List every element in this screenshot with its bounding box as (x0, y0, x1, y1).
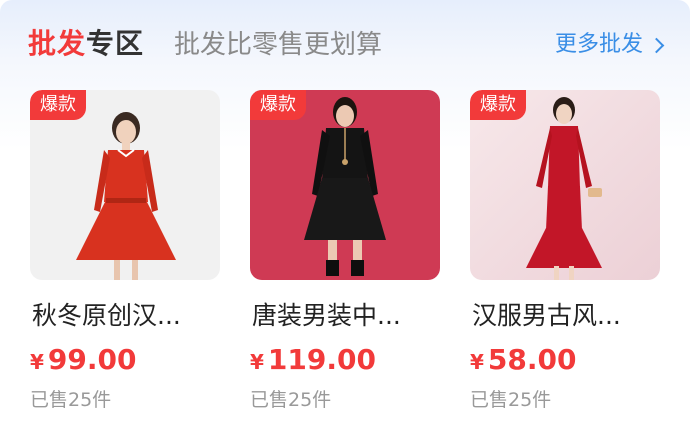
hot-badge: 爆款 (250, 90, 306, 120)
more-wholesale-link[interactable]: 更多批发 (554, 30, 665, 60)
section-header: 批发专区 批发比零售更划算 更多批发 (0, 0, 690, 90)
wholesale-section: 批发专区 批发比零售更划算 更多批发 爆款 秋冬原创汉... ¥ 99.00 已… (0, 0, 690, 436)
chevron-right-icon (648, 37, 665, 53)
title-highlight: 批发 (28, 27, 87, 60)
price-value: 58.00 (487, 343, 577, 376)
price-value: 119.00 (267, 343, 376, 376)
sold-count: 已售25件 (250, 389, 332, 411)
product-image: 爆款 (250, 90, 440, 280)
currency-symbol: ¥ (30, 350, 44, 374)
more-label: 更多批发 (554, 32, 643, 57)
section-title: 批发专区 (28, 26, 144, 62)
product-price: ¥119.00 (250, 342, 376, 380)
currency-symbol: ¥ (470, 350, 484, 374)
product-price: ¥58.00 (470, 342, 577, 380)
price-value: 99.00 (47, 343, 137, 376)
hot-badge: 爆款 (470, 90, 526, 120)
product-price: ¥99.00 (30, 342, 137, 380)
hot-badge: 爆款 (30, 90, 86, 120)
product-card[interactable]: 爆款 秋冬原创汉... ¥99.00 已售25件 (30, 90, 220, 420)
product-card[interactable]: 爆款 汉服男古风... ¥58.00 已售25件 (470, 90, 660, 420)
product-image: 爆款 (30, 90, 220, 280)
product-name: 唐装男装中... (252, 301, 401, 330)
sold-count: 已售25件 (30, 389, 112, 411)
product-name: 秋冬原创汉... (32, 301, 181, 330)
product-image: 爆款 (470, 90, 660, 280)
currency-symbol: ¥ (250, 350, 264, 374)
section-subtitle: 批发比零售更划算 (174, 30, 383, 60)
product-card[interactable]: 爆款 唐装男装中... ¥119.00 已售25件 (250, 90, 440, 420)
product-name: 汉服男古风... (472, 301, 621, 330)
title-rest: 专区 (86, 27, 145, 60)
sold-count: 已售25件 (470, 389, 552, 411)
